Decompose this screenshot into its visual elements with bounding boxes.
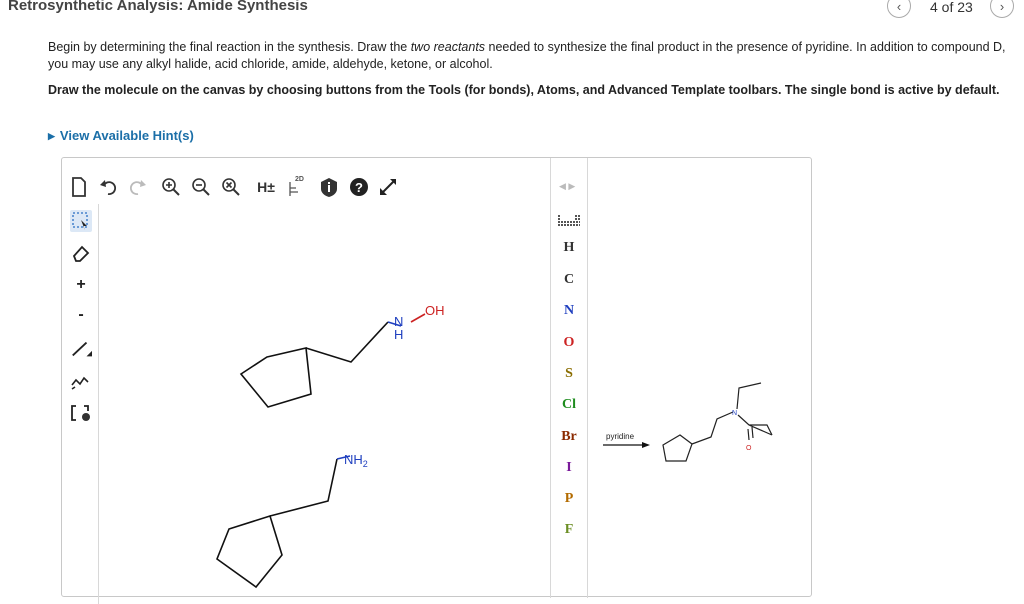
atom-f-button[interactable]: F	[551, 522, 587, 538]
product-o-label: O	[746, 445, 752, 452]
atom-n-button[interactable]: N	[551, 303, 587, 319]
atom-p-button[interactable]: P	[551, 491, 587, 507]
arrowhead-icon	[642, 442, 650, 448]
redo-icon[interactable]	[126, 176, 148, 198]
periodic-table-icon[interactable]	[557, 214, 581, 233]
info-icon[interactable]	[318, 176, 340, 198]
atom-cl-button[interactable]: Cl	[551, 397, 587, 413]
next-button[interactable]: ›	[990, 0, 1014, 18]
undo-icon[interactable]	[98, 176, 120, 198]
chevron-right-icon: ›	[999, 0, 1005, 14]
view-hints-link[interactable]: ▶ View Available Hint(s)	[48, 128, 194, 143]
zoom-out-icon[interactable]	[190, 176, 212, 198]
mol1-oh-label: OH	[425, 303, 445, 318]
drawing-canvas[interactable]: N H OH NH2	[98, 204, 550, 604]
positive-charge-button[interactable]: +	[70, 274, 92, 296]
svg-text:?: ?	[355, 180, 363, 195]
single-bond-icon[interactable]	[70, 338, 92, 360]
clear-icon[interactable]	[220, 176, 242, 198]
page-title: Retrosynthetic Analysis: Amide Synthesis	[8, 0, 308, 14]
chain-tool-icon[interactable]	[70, 370, 92, 392]
fullscreen-icon[interactable]	[376, 176, 400, 198]
zoom-in-icon[interactable]	[160, 176, 182, 198]
left-toolbar: + -	[62, 204, 99, 604]
reagent-label: pyridine	[606, 432, 635, 441]
atom-toolbar: ◀ ▶ H C N O S Cl Br I P F	[550, 158, 588, 598]
help-icon[interactable]: ?	[348, 176, 370, 198]
page-counter: 4 of 23	[930, 0, 973, 15]
instruction-part-1: Begin by determining the final reaction …	[48, 40, 411, 54]
atom-c-button[interactable]: C	[551, 272, 587, 288]
molecule-amine[interactable]	[216, 455, 351, 589]
atom-s-button[interactable]: S	[551, 366, 587, 382]
prev-button[interactable]: ‹	[887, 0, 911, 18]
negative-charge-button[interactable]: -	[70, 304, 92, 326]
hint-label: View Available Hint(s)	[59, 128, 194, 143]
2d-label: 2D	[295, 176, 304, 183]
selection-tool-icon[interactable]	[70, 210, 92, 232]
product-molecule	[662, 382, 773, 462]
atom-o-button[interactable]: O	[551, 335, 587, 351]
chevron-left-icon: ‹	[896, 0, 902, 14]
h-toggle-icon[interactable]: H±	[254, 176, 278, 198]
eraser-icon[interactable]	[70, 242, 92, 264]
instruction-emphasis: two reactants	[410, 40, 486, 54]
question-instructions: Begin by determining the final reaction …	[48, 39, 1013, 73]
product-n-label: N	[732, 410, 737, 417]
template-tool-icon[interactable]	[70, 402, 92, 424]
caret-right-icon: ▶	[48, 131, 55, 141]
atom-h-button[interactable]: H	[551, 240, 587, 256]
atom-i-button[interactable]: I	[551, 460, 587, 476]
new-document-icon[interactable]	[69, 176, 89, 198]
atom-br-button[interactable]: Br	[551, 429, 587, 445]
mol1-h-label: H	[394, 327, 403, 342]
reaction-scheme: pyridine N O	[603, 382, 773, 462]
mol2-nh2-label: NH2	[344, 452, 368, 469]
2d-clean-icon[interactable]: 2D	[286, 176, 308, 198]
molecule-editor: H± 2D ? + - N H OH NH2 ◀ ▶ H C N O S Cl …	[61, 157, 812, 604]
drawing-instructions: Draw the molecule on the canvas by choos…	[48, 83, 1000, 97]
scroll-arrows-icon[interactable]: ◀ ▶	[559, 181, 575, 192]
